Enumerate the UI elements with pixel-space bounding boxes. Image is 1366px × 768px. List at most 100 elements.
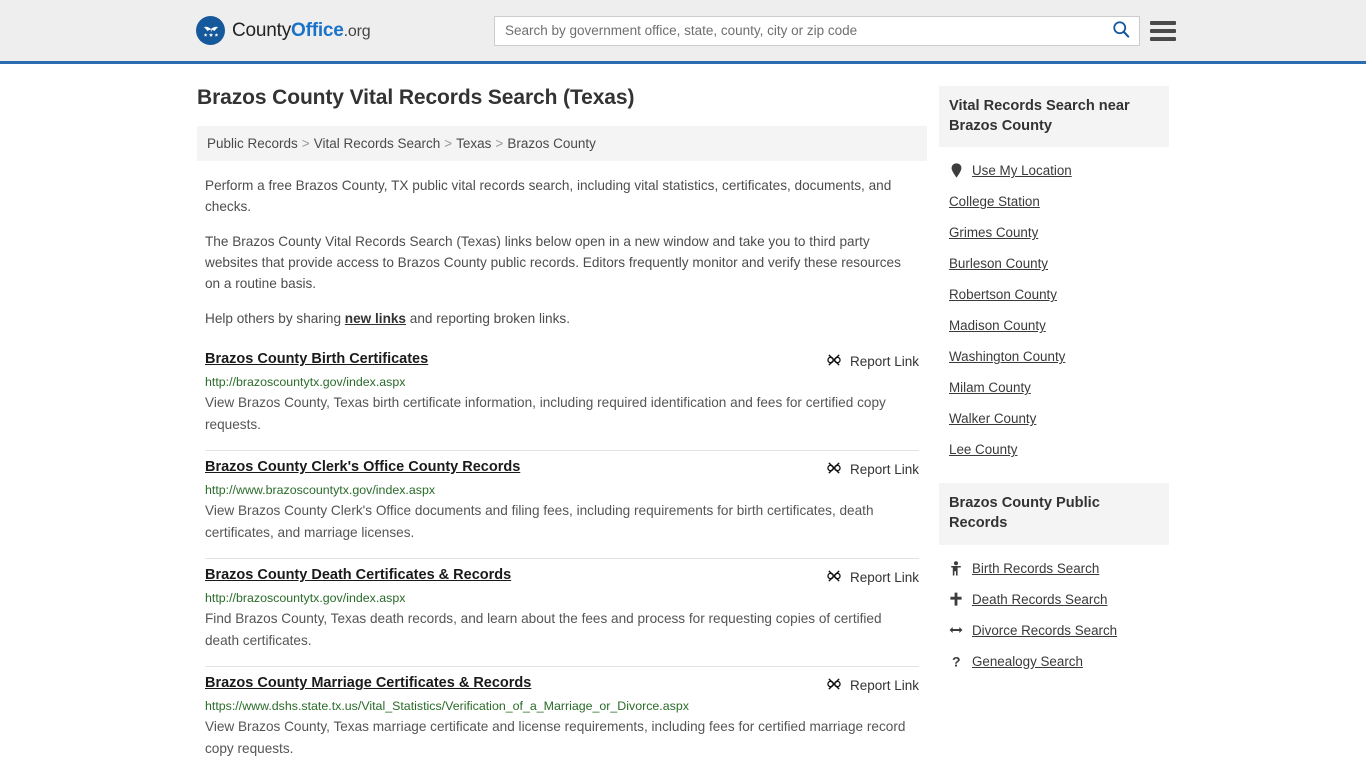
sidebar-item-birth-records-search[interactable]: Birth Records Search bbox=[949, 553, 1159, 584]
report-link-label: Report Link bbox=[849, 354, 919, 370]
sidebar-item-lee-county[interactable]: Lee County bbox=[949, 434, 1159, 465]
report-link-label: Report Link bbox=[849, 570, 919, 586]
site-logo[interactable]: CountyOffice.org bbox=[196, 16, 371, 45]
sidebar-link-label[interactable]: Milam County bbox=[949, 380, 1031, 395]
sidebar-link-label[interactable]: Lee County bbox=[949, 442, 1018, 457]
site-header: CountyOffice.org bbox=[0, 0, 1366, 64]
sidebar-link-label[interactable]: Washington County bbox=[949, 349, 1065, 364]
sidebar-link-label[interactable]: Death Records Search bbox=[972, 592, 1107, 607]
result-item: Brazos County Birth Certificates Report … bbox=[205, 343, 919, 452]
search-input[interactable] bbox=[495, 16, 1103, 45]
eagle-seal-icon bbox=[196, 16, 225, 45]
breadcrumb-separator: > bbox=[495, 136, 504, 151]
broken-link-icon bbox=[826, 676, 842, 695]
intro-paragraph-3: Help others by sharing new links and rep… bbox=[197, 308, 927, 329]
broken-link-icon bbox=[826, 568, 842, 587]
breadcrumb-item-public-records[interactable]: Public Records bbox=[207, 136, 298, 151]
report-link-label: Report Link bbox=[849, 462, 919, 478]
result-description: View Brazos County, Texas birth certific… bbox=[205, 395, 886, 433]
logo-text-org: .org bbox=[343, 22, 371, 40]
intro-text: Perform a free Brazos County, TX public … bbox=[197, 175, 927, 329]
result-url[interactable]: http://brazoscountytx.gov/index.aspx bbox=[205, 591, 919, 605]
sidebar-item-college-station[interactable]: College Station bbox=[949, 186, 1159, 217]
result-header: Brazos County Birth Certificates Report … bbox=[205, 351, 919, 371]
sidebar-item-death-records-search[interactable]: Death Records Search bbox=[949, 584, 1159, 615]
new-links-link[interactable]: new links bbox=[345, 311, 406, 326]
main-content: Brazos County Vital Records Search (Texa… bbox=[197, 64, 927, 768]
result-header: Brazos County Death Certificates & Recor… bbox=[205, 567, 919, 587]
intro-paragraph-1: Perform a free Brazos County, TX public … bbox=[205, 178, 892, 215]
sidebar-panel-nearby: Vital Records Search near Brazos County … bbox=[939, 86, 1169, 465]
sidebar-item-use-my-location[interactable]: Use My Location bbox=[949, 155, 1159, 186]
result-title-link[interactable]: Brazos County Clerk's Office County Reco… bbox=[205, 459, 520, 475]
result-title-link[interactable]: Brazos County Birth Certificates bbox=[205, 351, 428, 367]
sidebar-link-label[interactable]: Grimes County bbox=[949, 225, 1038, 240]
sidebar-link-label[interactable]: Genealogy Search bbox=[972, 654, 1083, 669]
result-item: Brazos County Death Certificates & Recor… bbox=[205, 559, 919, 668]
sidebar-nearby-list: Use My Location College Station Grimes C… bbox=[939, 147, 1169, 465]
site-logo-text: CountyOffice.org bbox=[232, 19, 371, 42]
sidebar-item-milam-county[interactable]: Milam County bbox=[949, 372, 1159, 403]
sidebar-item-robertson-county[interactable]: Robertson County bbox=[949, 279, 1159, 310]
page-body: Brazos County Vital Records Search (Texa… bbox=[0, 64, 1366, 768]
left-right-arrow-icon bbox=[949, 624, 963, 636]
question-mark-icon: ? bbox=[949, 654, 963, 669]
result-item: Brazos County Clerk's Office County Reco… bbox=[205, 451, 919, 560]
breadcrumb: Public Records > Vital Records Search > Texa… bbox=[197, 126, 927, 161]
search-bar[interactable] bbox=[494, 15, 1140, 46]
sidebar-item-divorce-records-search[interactable]: Divorce Records Search bbox=[949, 615, 1159, 646]
hamburger-bar-2 bbox=[1150, 28, 1176, 33]
svg-text:?: ? bbox=[952, 654, 961, 669]
hamburger-menu-icon[interactable] bbox=[1150, 20, 1176, 41]
report-link-button[interactable]: Report Link bbox=[826, 459, 919, 479]
map-pin-icon bbox=[949, 163, 963, 178]
result-title-link[interactable]: Brazos County Death Certificates & Recor… bbox=[205, 567, 511, 583]
search-button[interactable] bbox=[1103, 17, 1139, 45]
hamburger-bar-3 bbox=[1150, 36, 1176, 41]
sidebar-item-washington-county[interactable]: Washington County bbox=[949, 341, 1159, 372]
sidebar-panel-public-records: Brazos County Public Records Birth Recor… bbox=[939, 483, 1169, 676]
sidebar-item-grimes-county[interactable]: Grimes County bbox=[949, 217, 1159, 248]
result-url[interactable]: http://brazoscountytx.gov/index.aspx bbox=[205, 375, 919, 389]
broken-link-icon bbox=[826, 460, 842, 479]
report-link-button[interactable]: Report Link bbox=[826, 567, 919, 587]
sidebar-link-label[interactable]: Walker County bbox=[949, 411, 1036, 426]
breadcrumb-item-vital-records-search[interactable]: Vital Records Search bbox=[314, 136, 441, 151]
hamburger-bar-1 bbox=[1150, 20, 1176, 25]
baby-icon bbox=[949, 560, 963, 576]
sidebar-link-label[interactable]: Robertson County bbox=[949, 287, 1057, 302]
result-item: Brazos County Marriage Certificates & Re… bbox=[205, 667, 919, 768]
result-title-link[interactable]: Brazos County Marriage Certificates & Re… bbox=[205, 675, 531, 691]
sidebar-item-genealogy-search[interactable]: ? Genealogy Search bbox=[949, 646, 1159, 677]
intro-paragraph-2: The Brazos County Vital Records Search (… bbox=[205, 234, 901, 292]
report-link-label: Report Link bbox=[849, 678, 919, 694]
intro-p3-after: and reporting broken links. bbox=[406, 311, 570, 327]
sidebar-nearby-heading: Vital Records Search near Brazos County bbox=[939, 86, 1169, 148]
breadcrumb-separator: > bbox=[301, 136, 310, 151]
sidebar-link-label[interactable]: Birth Records Search bbox=[972, 561, 1099, 576]
page-title: Brazos County Vital Records Search (Texa… bbox=[197, 86, 635, 109]
sidebar-link-label[interactable]: Madison County bbox=[949, 318, 1046, 333]
results-list: Brazos County Birth Certificates Report … bbox=[197, 343, 927, 768]
report-link-button[interactable]: Report Link bbox=[826, 351, 919, 371]
breadcrumb-separator: > bbox=[444, 136, 453, 151]
breadcrumb-item-brazos-county[interactable]: Brazos County bbox=[507, 136, 596, 151]
result-url[interactable]: https://www.dshs.state.tx.us/Vital_Stati… bbox=[205, 699, 919, 713]
breadcrumb-item-texas[interactable]: Texas bbox=[456, 136, 491, 151]
sidebar-link-label[interactable]: Divorce Records Search bbox=[972, 623, 1117, 638]
logo-text-county: County bbox=[232, 19, 292, 41]
report-link-button[interactable]: Report Link bbox=[826, 675, 919, 695]
sidebar-item-madison-county[interactable]: Madison County bbox=[949, 310, 1159, 341]
sidebar-public-records-heading: Brazos County Public Records bbox=[939, 483, 1169, 545]
sidebar: Vital Records Search near Brazos County … bbox=[939, 64, 1169, 768]
sidebar-item-walker-county[interactable]: Walker County bbox=[949, 403, 1159, 434]
sidebar-public-records-list: Birth Records Search Death Records Searc… bbox=[939, 545, 1169, 677]
cross-icon bbox=[949, 592, 963, 606]
sidebar-item-burleson-county[interactable]: Burleson County bbox=[949, 248, 1159, 279]
result-url[interactable]: http://www.brazoscountytx.gov/index.aspx bbox=[205, 483, 919, 497]
sidebar-link-label[interactable]: Burleson County bbox=[949, 256, 1048, 271]
result-description: View Brazos County Clerk's Office docume… bbox=[205, 503, 874, 541]
sidebar-link-label[interactable]: College Station bbox=[949, 194, 1040, 209]
broken-link-icon bbox=[826, 352, 842, 371]
sidebar-link-label[interactable]: Use My Location bbox=[972, 163, 1072, 178]
